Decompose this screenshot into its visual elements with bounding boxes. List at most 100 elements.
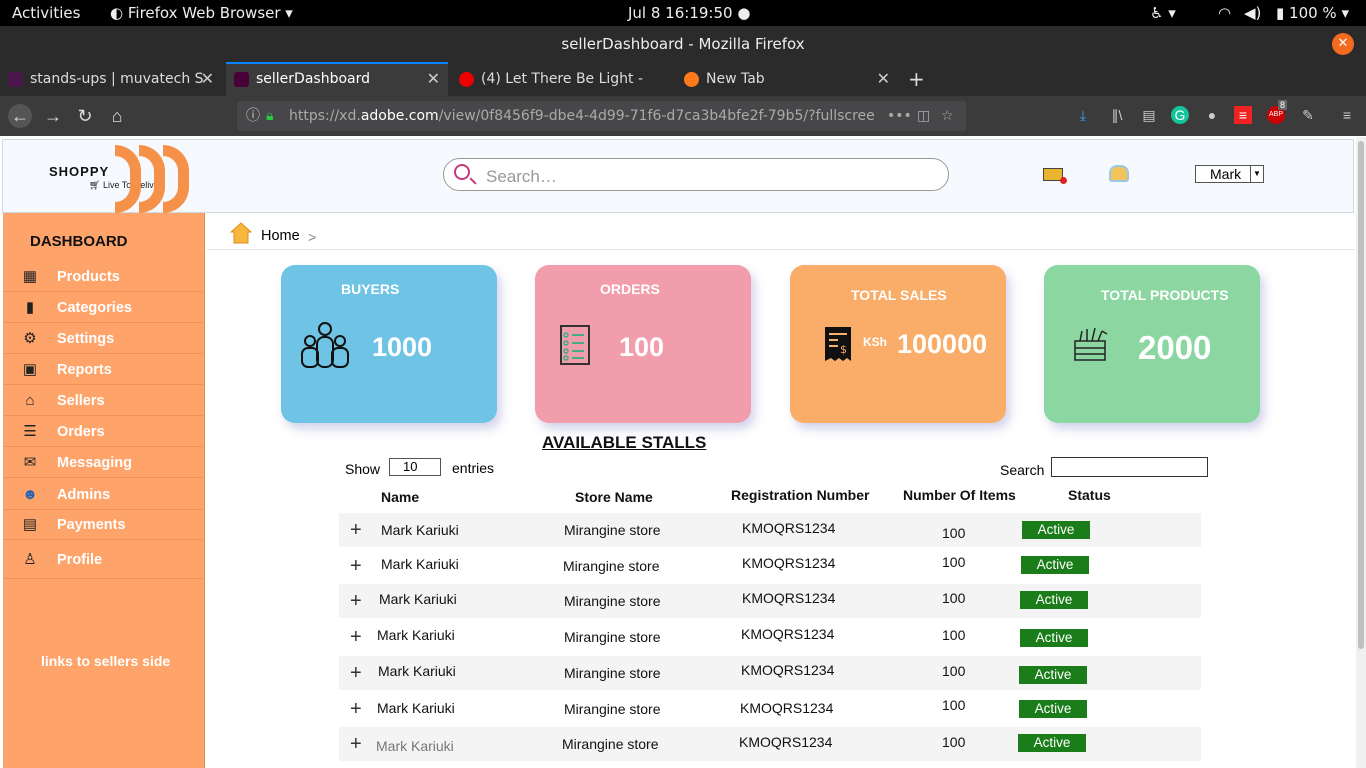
column-header-status[interactable]: Status: [1068, 487, 1111, 503]
column-header-items[interactable]: Number Of Items: [903, 487, 1016, 503]
tab-label: stands-ups | muvatech S: [30, 71, 204, 87]
bookmark-star-icon[interactable]: ☆: [941, 101, 954, 131]
expand-icon[interactable]: +: [350, 555, 362, 578]
expand-icon[interactable]: +: [350, 626, 362, 649]
tab-standups[interactable]: stands-ups | muvatech S ✕: [0, 62, 222, 96]
card-title: TOTAL PRODUCTS: [1101, 287, 1229, 303]
logo-arc-icon: [139, 145, 165, 213]
reports-icon: ▣: [22, 361, 38, 378]
column-header-store[interactable]: Store Name: [575, 489, 653, 505]
sidebar-icon[interactable]: ▤: [1140, 106, 1158, 124]
app-menu[interactable]: ◐ Firefox Web Browser ▾: [110, 4, 293, 22]
status-badge: Active: [1019, 666, 1087, 684]
account-icon[interactable]: ●: [1203, 106, 1221, 124]
user-dropdown[interactable]: Mark ▼: [1195, 165, 1264, 183]
sidebar-item-messaging[interactable]: ✉ Messaging: [3, 448, 203, 478]
column-header-name[interactable]: Name: [381, 489, 419, 505]
sidebar-item-products[interactable]: ▦ Products: [3, 262, 203, 292]
expand-icon[interactable]: +: [350, 662, 362, 685]
window-close-button[interactable]: ✕: [1332, 33, 1354, 55]
table-row[interactable]: + Mark Kariuki Mirangine store KMOQRS123…: [339, 584, 1201, 618]
table-row[interactable]: + Mark Kariuki Mirangine store KMOQRS123…: [339, 513, 1201, 547]
pocket-icon[interactable]: ◫: [917, 101, 931, 131]
forward-button[interactable]: →: [41, 104, 65, 128]
sidebar-item-reports[interactable]: ▣ Reports: [3, 355, 203, 385]
slack-icon: [8, 72, 23, 87]
cell-store: Mirangine store: [564, 701, 661, 717]
table-row[interactable]: + Mark Kariuki Mirangine store KMOQRS123…: [339, 727, 1201, 761]
mail-icon[interactable]: [1043, 168, 1067, 184]
clock[interactable]: Jul 8 16:19:50 ●: [628, 4, 750, 22]
breadcrumb-home[interactable]: Home: [261, 228, 300, 244]
expand-icon[interactable]: +: [350, 590, 362, 613]
reload-button[interactable]: ↻: [73, 104, 97, 128]
accessibility-icon[interactable]: ♿ ▾: [1150, 4, 1176, 22]
tab-youtube[interactable]: (4) Let There Be Light -: [451, 62, 673, 96]
table-search-input[interactable]: [1051, 457, 1208, 477]
total-sales-card[interactable]: TOTAL SALES $ KSh 100000: [790, 265, 1006, 423]
table-row[interactable]: + Mark Kariuki Mirangine store KMOQRS123…: [339, 620, 1201, 654]
sidebar-item-label: Admins: [57, 487, 111, 503]
cell-registration: KMOQRS1234: [741, 626, 835, 642]
expand-icon[interactable]: +: [350, 733, 362, 756]
table-row[interactable]: + Mark Kariuki Mirangine store KMOQRS123…: [339, 549, 1201, 583]
table-row[interactable]: + Mark Kariuki Mirangine store KMOQRS123…: [339, 692, 1201, 726]
sidebar-item-orders[interactable]: ☰ Orders: [3, 417, 203, 447]
tab-new-tab[interactable]: New Tab ✕: [676, 62, 898, 96]
wifi-icon[interactable]: ◠: [1218, 4, 1231, 22]
column-header-registration[interactable]: Registration Number: [731, 487, 869, 503]
home-icon[interactable]: [230, 222, 252, 244]
sidebar-item-categories[interactable]: ▮ Categories: [3, 293, 203, 323]
sidebar-item-settings[interactable]: ⚙ Settings: [3, 324, 203, 354]
orders-card[interactable]: ORDERS 100: [535, 265, 751, 423]
table-row[interactable]: + Mark Kariuki Mirangine store KMOQRS123…: [339, 656, 1201, 690]
todoist-icon[interactable]: ≡: [1234, 106, 1252, 124]
new-tab-button[interactable]: +: [900, 62, 930, 96]
notification-icon[interactable]: [1109, 165, 1129, 182]
cell-store: Mirangine store: [564, 593, 661, 609]
expand-icon[interactable]: +: [350, 698, 362, 721]
total-products-card[interactable]: TOTAL PRODUCTS 2000: [1044, 265, 1260, 423]
sidebar-item-admins[interactable]: ☻ Admins: [3, 480, 203, 510]
tab-close-icon[interactable]: ✕: [877, 62, 890, 96]
downloads-icon[interactable]: ⤓: [1074, 106, 1092, 124]
cell-items: 100: [942, 697, 966, 713]
tab-close-icon[interactable]: ✕: [201, 62, 214, 96]
window-title-bar: sellerDashboard - Mozilla Firefox ✕: [0, 26, 1366, 62]
system-top-bar: Activities ◐ Firefox Web Browser ▾ Jul 8…: [0, 0, 1366, 26]
cell-name: Mark Kariuki: [378, 663, 456, 679]
search-input[interactable]: Search…: [443, 158, 949, 191]
menu-icon[interactable]: ≡: [1338, 106, 1356, 124]
receipt-icon: $: [825, 327, 851, 361]
gear-icon: ⚙: [23, 330, 37, 347]
info-icon[interactable]: ⓘ: [246, 101, 260, 131]
logo-name: SHOPPY: [49, 164, 110, 179]
url-bar[interactable]: ⓘ 🔒︎ https://xd.adobe.com/view/0f8456f9-…: [237, 101, 966, 131]
tab-seller-dashboard[interactable]: sellerDashboard ✕: [226, 62, 448, 96]
sidebar-item-sellers[interactable]: ⌂ Sellers: [3, 386, 203, 416]
scrollbar-thumb[interactable]: [1358, 141, 1364, 649]
sidebar-item-profile[interactable]: ♙ Profile: [3, 545, 203, 579]
page-scrollbar[interactable]: [1356, 137, 1366, 768]
cell-items: 100: [942, 627, 966, 643]
home-button[interactable]: ⌂: [105, 104, 129, 128]
tab-close-icon[interactable]: ✕: [427, 64, 440, 94]
volume-icon[interactable]: ◀): [1244, 4, 1261, 22]
sidebar-item-label: Sellers: [57, 393, 105, 409]
status-badge: Active: [1019, 700, 1087, 718]
back-button[interactable]: ←: [8, 104, 32, 128]
battery-indicator[interactable]: ▮ 100 % ▾: [1276, 4, 1349, 22]
status-badge: Active: [1021, 556, 1089, 574]
entries-select[interactable]: 10: [389, 458, 441, 476]
grammarly-icon[interactable]: G: [1171, 106, 1189, 124]
extension-icon[interactable]: ✎: [1299, 106, 1317, 124]
clock-label: Jul 8 16:19:50: [628, 4, 733, 22]
activities-button[interactable]: Activities: [12, 4, 80, 22]
window-title: sellerDashboard - Mozilla Firefox: [561, 35, 805, 53]
page-actions-icon[interactable]: •••: [883, 101, 912, 131]
store-icon: ⌂: [25, 392, 35, 409]
expand-icon[interactable]: +: [350, 519, 362, 542]
buyers-card[interactable]: BUYERS 1000: [281, 265, 497, 423]
sidebar-item-payments[interactable]: ▤ Payments: [3, 510, 203, 540]
library-icon[interactable]: ∥\: [1108, 106, 1126, 124]
